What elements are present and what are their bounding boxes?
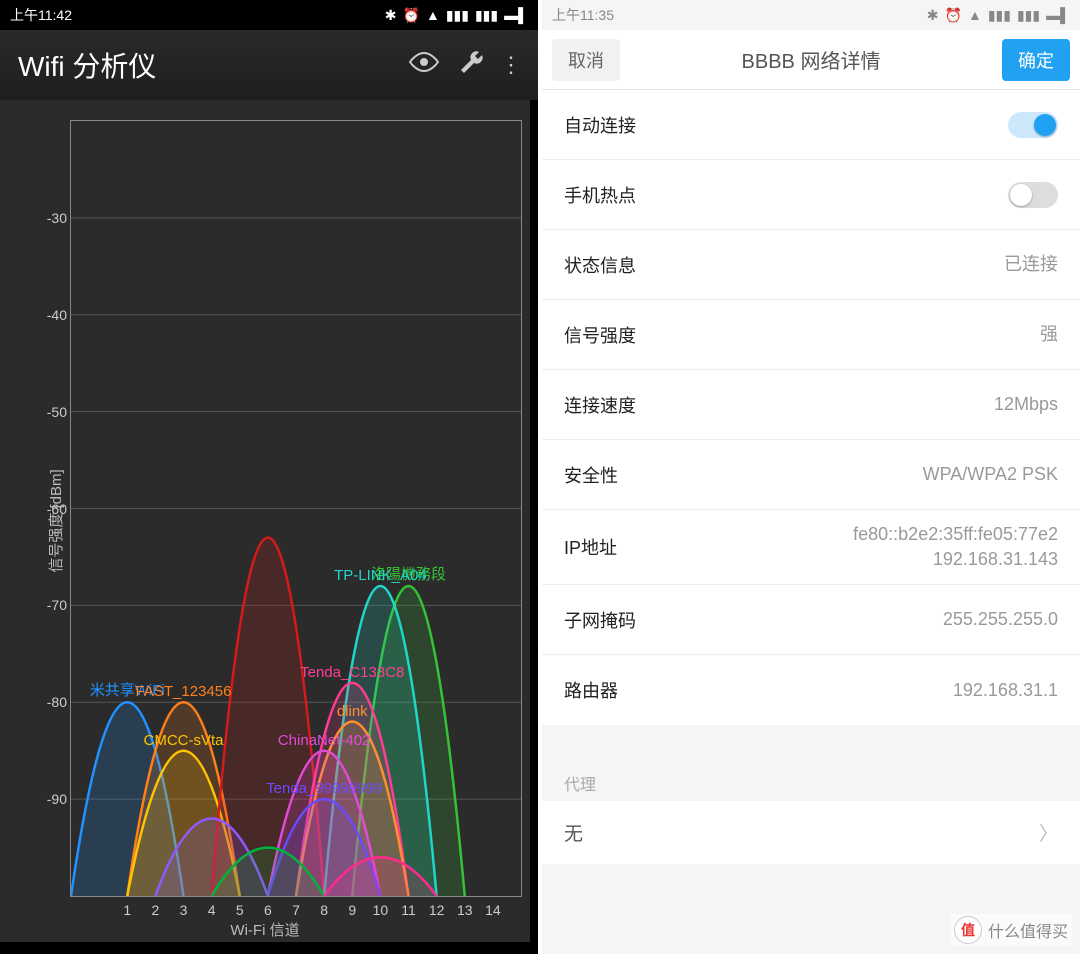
y-tick: -60 bbox=[31, 501, 67, 517]
proxy-section-title: 代理 bbox=[542, 753, 1080, 801]
y-tick: -30 bbox=[31, 210, 67, 226]
hotspot-toggle[interactable] bbox=[1008, 182, 1058, 208]
chevron-right-icon: 〉 bbox=[1039, 819, 1058, 846]
page-title: BBBB 网络详情 bbox=[620, 45, 1002, 74]
row-security: 安全性 WPA/WPA2 PSK bbox=[542, 440, 1080, 510]
network-label: dlink bbox=[337, 703, 368, 720]
row-label: 状态信息 bbox=[564, 252, 1004, 278]
ok-button[interactable]: 确定 bbox=[1002, 39, 1070, 81]
row-signal: 信号强度 强 bbox=[542, 300, 1080, 370]
x-tick: 1 bbox=[123, 902, 131, 918]
row-mask: 子网掩码 255.255.255.0 bbox=[542, 585, 1080, 655]
row-auto-connect[interactable]: 自动连接 bbox=[542, 90, 1080, 160]
y-tick: -80 bbox=[31, 694, 67, 710]
battery-icon: ▬▌ bbox=[1046, 7, 1070, 23]
proxy-value: 无 bbox=[564, 819, 1039, 846]
row-value: 192.168.31.1 bbox=[953, 678, 1058, 703]
status-time: 上午11:35 bbox=[552, 5, 614, 25]
network-label: TP-LINK_A04 bbox=[334, 567, 427, 584]
y-tick: -70 bbox=[31, 597, 67, 613]
wifi-analyzer-screen: 上午11:42 ✱ ⏰ ▲ ▮▮▮ ▮▮▮ ▬▌ Wifi 分析仪 ⋮ 信号强度… bbox=[0, 0, 542, 954]
network-details-screen: 上午11:35 ✱ ⏰ ▲ ▮▮▮ ▮▮▮ ▬▌ 取消 BBBB 网络详情 确定… bbox=[542, 0, 1080, 954]
watermark-text: 什么值得买 bbox=[988, 918, 1068, 942]
signal-icon: ▮▮▮ bbox=[988, 7, 1011, 24]
row-label: 信号强度 bbox=[564, 322, 1040, 348]
channel-chart: 信号强度 [dBm] Wi-Fi 信道 -30-40-50-60-70-80-9… bbox=[0, 100, 530, 942]
network-label: Tenda_99999999 bbox=[266, 780, 382, 797]
x-tick: 10 bbox=[373, 902, 389, 918]
alarm-icon: ⏰ bbox=[945, 7, 962, 24]
network-label: ChinaNet-402 bbox=[278, 732, 371, 749]
y-axis-label: 信号强度 [dBm] bbox=[45, 469, 66, 572]
action-bar: Wifi 分析仪 ⋮ bbox=[0, 30, 538, 100]
row-label: 安全性 bbox=[564, 462, 923, 488]
eye-icon[interactable] bbox=[400, 51, 448, 79]
watermark-badge: 值 bbox=[954, 916, 982, 944]
cancel-button[interactable]: 取消 bbox=[552, 39, 620, 81]
auto-connect-toggle[interactable] bbox=[1008, 112, 1058, 138]
x-tick: 11 bbox=[401, 902, 416, 918]
status-time: 上午11:42 bbox=[10, 5, 72, 25]
x-tick: 12 bbox=[429, 902, 445, 918]
bluetooth-icon: ✱ bbox=[927, 7, 939, 24]
bluetooth-icon: ✱ bbox=[385, 7, 397, 24]
wifi-icon: ▲ bbox=[968, 7, 982, 23]
y-tick: -50 bbox=[31, 404, 67, 420]
status-icons: ✱ ⏰ ▲ ▮▮▮ ▮▮▮ ▬▌ bbox=[927, 7, 1070, 24]
row-value: 强 bbox=[1040, 322, 1058, 347]
network-label: Tenda_C133C8 bbox=[300, 664, 404, 681]
row-label: 连接速度 bbox=[564, 392, 994, 418]
app-title: Wifi 分析仪 bbox=[18, 45, 400, 85]
x-tick: 9 bbox=[348, 902, 356, 918]
x-tick: 2 bbox=[151, 902, 159, 918]
status-bar: 上午11:42 ✱ ⏰ ▲ ▮▮▮ ▮▮▮ ▬▌ bbox=[0, 0, 538, 30]
x-tick: 13 bbox=[457, 902, 473, 918]
signal-icon: ▮▮▮ bbox=[1017, 7, 1040, 24]
row-ip: IP地址 fe80::b2e2:35ff:fe05:77e2 192.168.3… bbox=[542, 510, 1080, 585]
row-status: 状态信息 已连接 bbox=[542, 230, 1080, 300]
x-tick: 8 bbox=[320, 902, 328, 918]
row-value: fe80::b2e2:35ff:fe05:77e2 192.168.31.143 bbox=[853, 522, 1058, 572]
x-axis-label: Wi-Fi 信道 bbox=[0, 919, 530, 940]
row-label: IP地址 bbox=[564, 534, 853, 560]
watermark: 值 什么值得买 bbox=[950, 914, 1072, 946]
signal-icon: ▮▮▮ bbox=[446, 7, 469, 24]
row-value: 255.255.255.0 bbox=[943, 607, 1058, 632]
x-tick: 14 bbox=[485, 902, 501, 918]
y-tick: -40 bbox=[31, 307, 67, 323]
network-label: FAST_123456 bbox=[136, 683, 232, 700]
x-tick: 5 bbox=[236, 902, 244, 918]
row-speed: 连接速度 12Mbps bbox=[542, 370, 1080, 440]
alarm-icon: ⏰ bbox=[403, 7, 420, 24]
row-value: 12Mbps bbox=[994, 392, 1058, 417]
title-bar: 取消 BBBB 网络详情 确定 bbox=[542, 30, 1080, 90]
status-bar: 上午11:35 ✱ ⏰ ▲ ▮▮▮ ▮▮▮ ▬▌ bbox=[542, 0, 1080, 30]
row-label: 子网掩码 bbox=[564, 607, 943, 633]
x-tick: 4 bbox=[208, 902, 216, 918]
y-tick: -90 bbox=[31, 791, 67, 807]
x-tick: 7 bbox=[292, 902, 300, 918]
proxy-row[interactable]: 无 〉 bbox=[542, 801, 1080, 864]
details-list: 自动连接 手机热点 状态信息 已连接 信号强度 强 连接速度 12Mbps 安全… bbox=[542, 90, 1080, 725]
row-label: 手机热点 bbox=[564, 182, 1008, 208]
wrench-icon[interactable] bbox=[448, 47, 496, 83]
signal-icon: ▮▮▮ bbox=[475, 7, 498, 24]
row-value: WPA/WPA2 PSK bbox=[923, 462, 1058, 487]
battery-icon: ▬▌ bbox=[504, 7, 528, 23]
row-label: 路由器 bbox=[564, 677, 953, 703]
row-label: 自动连接 bbox=[564, 112, 1008, 138]
row-router: 路由器 192.168.31.1 bbox=[542, 655, 1080, 725]
x-tick: 3 bbox=[180, 902, 188, 918]
row-value: 已连接 bbox=[1004, 252, 1058, 277]
overflow-menu-icon[interactable]: ⋮ bbox=[496, 52, 526, 78]
plot-area: -30-40-50-60-70-80-901234567891011121314… bbox=[70, 120, 522, 897]
row-hotspot[interactable]: 手机热点 bbox=[542, 160, 1080, 230]
status-icons: ✱ ⏰ ▲ ▮▮▮ ▮▮▮ ▬▌ bbox=[385, 7, 528, 24]
x-tick: 6 bbox=[264, 902, 272, 918]
wifi-icon: ▲ bbox=[426, 7, 440, 23]
network-label: CMCC-sVta bbox=[143, 732, 223, 749]
